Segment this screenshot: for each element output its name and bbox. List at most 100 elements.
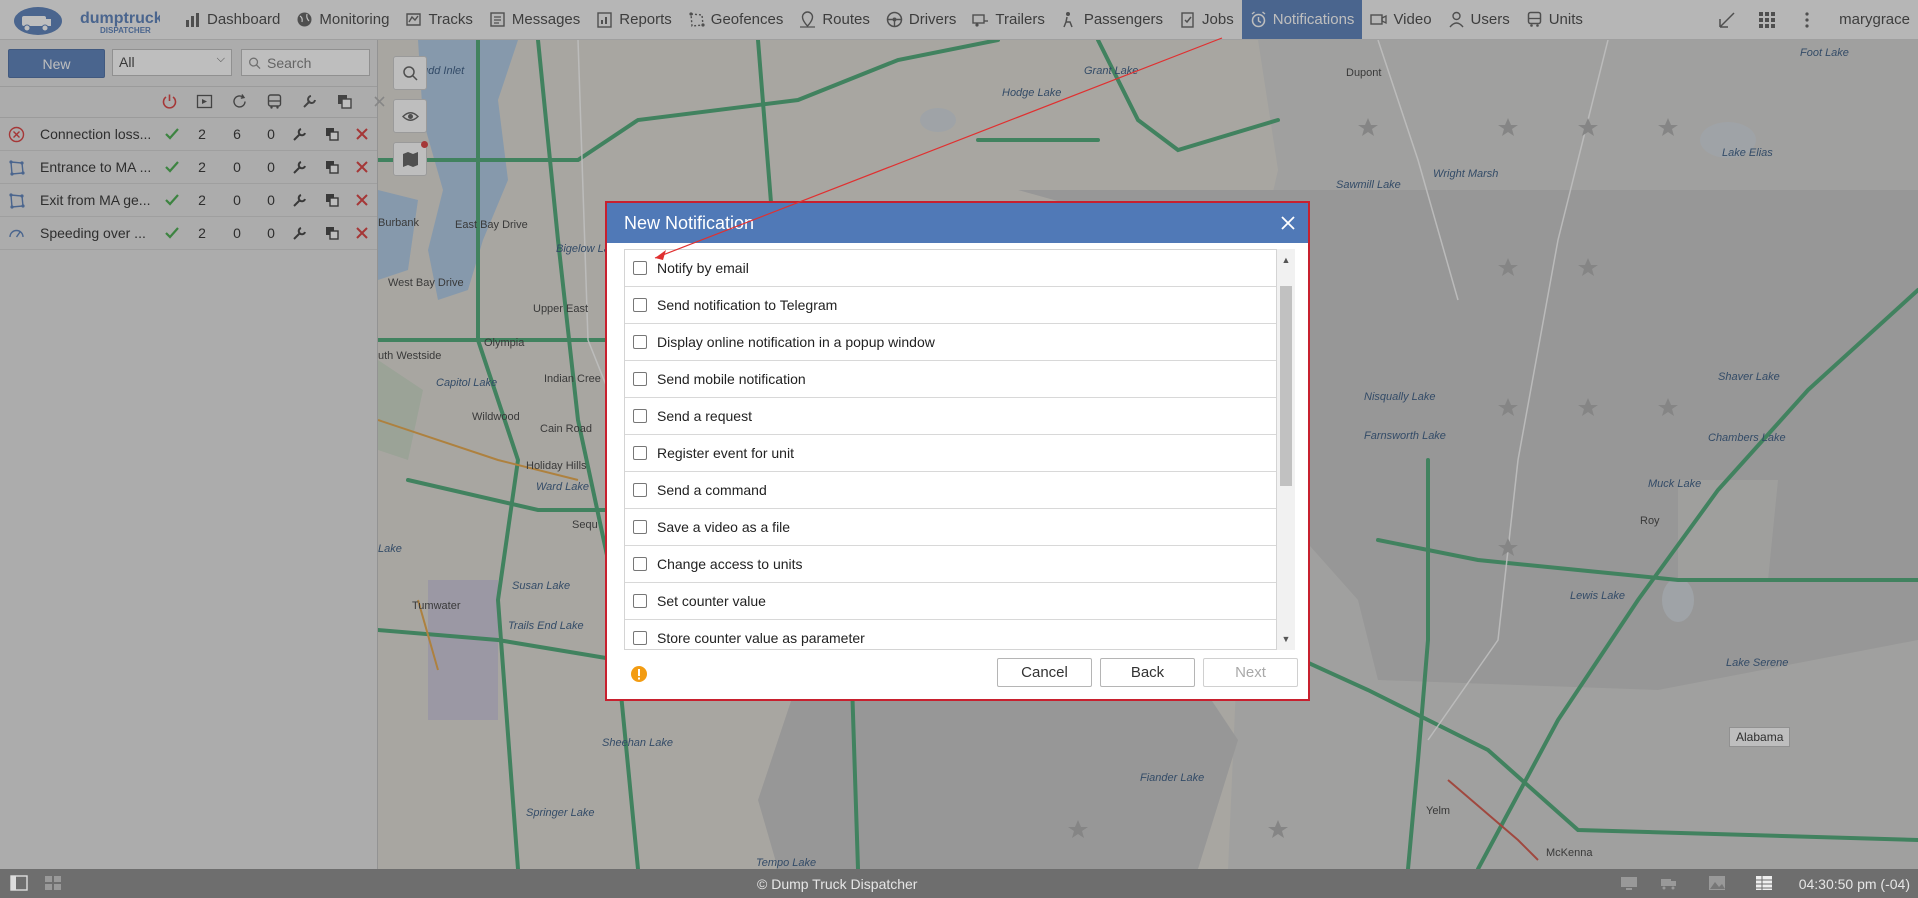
option-label[interactable]: Send a request — [657, 408, 752, 424]
action-option-row[interactable]: Send notification to Telegram — [625, 287, 1276, 324]
grid-layout-icon[interactable] — [44, 875, 62, 891]
nav-item-jobs[interactable]: Jobs — [1171, 0, 1242, 39]
action-option-row[interactable]: Change access to units — [625, 546, 1276, 583]
wrench-icon[interactable] — [292, 225, 308, 241]
delete-icon[interactable] — [354, 192, 370, 208]
option-label[interactable]: Display online notification in a popup w… — [657, 334, 935, 350]
option-label[interactable]: Notify by email — [657, 260, 749, 276]
table-icon[interactable] — [1755, 875, 1773, 891]
nav-item-routes[interactable]: Routes — [791, 0, 878, 39]
option-checkbox[interactable] — [633, 631, 647, 645]
action-option-row[interactable]: Display online notification in a popup w… — [625, 324, 1276, 361]
action-option-row[interactable]: Set counter value — [625, 583, 1276, 620]
close-icon[interactable] — [362, 90, 397, 112]
delete-icon[interactable] — [354, 225, 370, 241]
monitor-icon[interactable] — [1620, 875, 1638, 891]
nav-item-trailers[interactable]: Trailers — [964, 0, 1052, 39]
map-search-button[interactable] — [393, 56, 427, 90]
notification-name[interactable]: Speeding over ... — [40, 225, 152, 241]
check-icon[interactable] — [164, 126, 180, 142]
notification-row[interactable]: Connection loss... 2 6 0 — [0, 118, 377, 151]
username[interactable]: marygrace — [1827, 11, 1918, 28]
option-label[interactable]: Register event for unit — [657, 445, 794, 461]
option-checkbox[interactable] — [633, 409, 647, 423]
scroll-down-arrow-icon[interactable]: ▼ — [1281, 634, 1291, 644]
wrench-icon[interactable] — [292, 126, 308, 142]
nav-item-units[interactable]: Units — [1518, 0, 1591, 39]
nav-item-passengers[interactable]: Passengers — [1053, 0, 1171, 39]
copy-icon[interactable] — [324, 192, 340, 208]
check-icon[interactable] — [164, 192, 180, 208]
option-checkbox[interactable] — [633, 298, 647, 312]
option-checkbox[interactable] — [633, 372, 647, 386]
option-label[interactable]: Change access to units — [657, 556, 803, 572]
nav-item-dashboard[interactable]: Dashboard — [176, 0, 288, 39]
action-option-row[interactable]: Notify by email — [625, 250, 1276, 287]
option-checkbox[interactable] — [633, 261, 647, 275]
nav-item-tracks[interactable]: Tracks — [397, 0, 480, 39]
option-checkbox[interactable] — [633, 520, 647, 534]
run-icon[interactable] — [187, 90, 222, 112]
check-icon[interactable] — [164, 159, 180, 175]
option-checkbox[interactable] — [633, 557, 647, 571]
notification-name[interactable]: Connection loss... — [40, 126, 152, 142]
dialog-close-button[interactable] — [1278, 213, 1298, 233]
action-option-row[interactable]: Register event for unit — [625, 435, 1276, 472]
copy-icon[interactable] — [324, 126, 340, 142]
more-menu-icon[interactable] — [1787, 0, 1827, 39]
notification-row[interactable]: Exit from MA ge... 2 0 0 — [0, 184, 377, 217]
power-icon[interactable] — [152, 90, 187, 112]
bus-icon[interactable] — [257, 90, 292, 112]
back-button[interactable]: Back — [1100, 658, 1195, 687]
next-button[interactable]: Next — [1203, 658, 1298, 687]
option-checkbox[interactable] — [633, 483, 647, 497]
map-layers-button[interactable] — [393, 141, 428, 176]
option-label[interactable]: Send a command — [657, 482, 767, 498]
copy-icon[interactable] — [327, 90, 362, 112]
check-icon[interactable] — [164, 225, 180, 241]
nav-item-notifications[interactable]: Notifications — [1241, 0, 1363, 39]
search-box[interactable] — [241, 49, 370, 76]
filter-select[interactable]: All ⌵ — [112, 49, 232, 76]
refresh-icon[interactable] — [222, 90, 257, 112]
wrench-icon[interactable] — [292, 90, 327, 112]
nav-item-video[interactable]: Video — [1362, 0, 1439, 39]
panel-toggle-icon[interactable] — [10, 875, 28, 891]
scroll-up-arrow-icon[interactable]: ▲ — [1281, 255, 1291, 265]
notification-name[interactable]: Exit from MA ge... — [40, 192, 152, 208]
option-label[interactable]: Save a video as a file — [657, 519, 790, 535]
option-checkbox[interactable] — [633, 594, 647, 608]
nav-item-users[interactable]: Users — [1440, 0, 1518, 39]
option-label[interactable]: Send notification to Telegram — [657, 297, 837, 313]
notification-name[interactable]: Entrance to MA ... — [40, 159, 152, 175]
option-checkbox[interactable] — [633, 335, 647, 349]
new-notification-button[interactable]: New — [8, 49, 105, 78]
nav-item-monitoring[interactable]: Monitoring — [288, 0, 397, 39]
action-option-row[interactable]: Save a video as a file — [625, 509, 1276, 546]
notification-row[interactable]: Speeding over ... 2 0 0 — [0, 217, 377, 250]
nav-item-geofences[interactable]: Geofences — [680, 0, 792, 39]
scrollbar-thumb[interactable] — [1280, 286, 1292, 486]
delete-icon[interactable] — [354, 159, 370, 175]
ruler-icon[interactable] — [1707, 0, 1747, 39]
cancel-button[interactable]: Cancel — [997, 658, 1092, 687]
wrench-icon[interactable] — [292, 159, 308, 175]
nav-item-drivers[interactable]: Drivers — [878, 0, 965, 39]
search-input[interactable] — [265, 53, 369, 72]
copy-icon[interactable] — [324, 225, 340, 241]
action-option-row[interactable]: Send a request — [625, 398, 1276, 435]
notification-row[interactable]: Entrance to MA ... 2 0 0 — [0, 151, 377, 184]
action-option-row[interactable]: Send a command — [625, 472, 1276, 509]
delete-icon[interactable] — [354, 126, 370, 142]
copy-icon[interactable] — [324, 159, 340, 175]
truck-icon[interactable] — [1660, 875, 1678, 891]
action-option-row[interactable]: Send mobile notification — [625, 361, 1276, 398]
map-visibility-button[interactable] — [393, 99, 427, 133]
app-logo[interactable]: dumptruck DISPATCHER — [12, 3, 163, 37]
warning-icon[interactable] — [630, 665, 648, 683]
nav-item-reports[interactable]: Reports — [588, 0, 680, 39]
option-label[interactable]: Set counter value — [657, 593, 766, 609]
image-icon[interactable] — [1708, 875, 1726, 891]
option-checkbox[interactable] — [633, 446, 647, 460]
wrench-icon[interactable] — [292, 192, 308, 208]
